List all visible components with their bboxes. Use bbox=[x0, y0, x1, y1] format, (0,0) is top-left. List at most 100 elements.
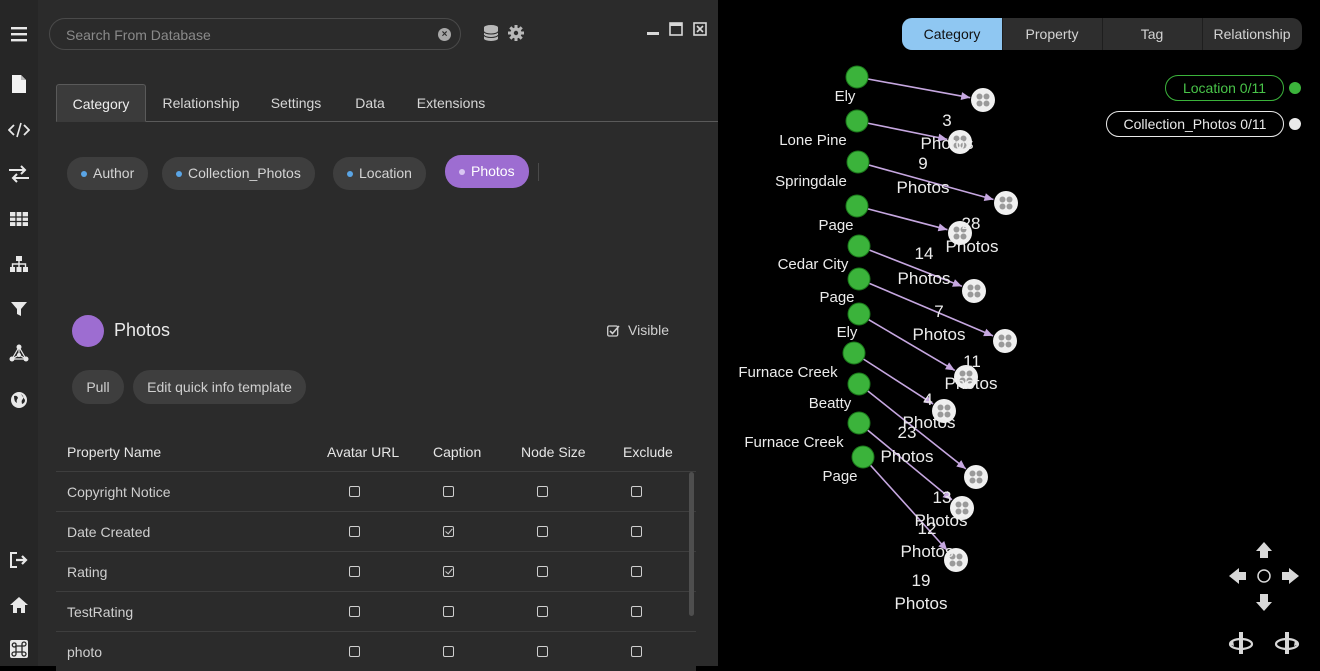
location-node[interactable] bbox=[846, 150, 870, 174]
avatar-url-checkbox[interactable] bbox=[349, 486, 360, 497]
filter-icon[interactable] bbox=[7, 297, 31, 321]
tab-settings[interactable]: Settings bbox=[256, 84, 336, 122]
exclude-checkbox[interactable] bbox=[631, 566, 642, 577]
collection-photos-node[interactable] bbox=[993, 329, 1017, 353]
mode-property-button[interactable]: Property bbox=[1002, 18, 1102, 50]
avatar-url-checkbox[interactable] bbox=[349, 606, 360, 617]
caption-checkbox[interactable] bbox=[443, 526, 454, 537]
swap-icon[interactable] bbox=[7, 162, 31, 186]
database-icon[interactable] bbox=[482, 24, 500, 42]
exclude-checkbox[interactable] bbox=[631, 526, 642, 537]
view-mode-switch: Category Property Tag Relationship bbox=[902, 18, 1302, 50]
location-node[interactable] bbox=[847, 267, 871, 291]
collection-photos-node[interactable] bbox=[971, 88, 995, 112]
photo-count-label: 11 bbox=[963, 352, 981, 371]
location-node[interactable] bbox=[845, 194, 869, 218]
pan-left-icon[interactable] bbox=[1229, 568, 1246, 584]
location-node-label: Springdale bbox=[775, 173, 847, 190]
location-node[interactable] bbox=[842, 341, 866, 365]
globe-icon[interactable] bbox=[7, 388, 31, 412]
collection-photos-node[interactable] bbox=[964, 465, 988, 489]
location-node-label: Page bbox=[822, 468, 857, 485]
tab-data[interactable]: Data bbox=[344, 84, 396, 122]
node-size-checkbox[interactable] bbox=[537, 526, 548, 537]
edit-quick-info-template-button[interactable]: Edit quick info template bbox=[133, 370, 306, 404]
table-scrollbar[interactable] bbox=[689, 472, 694, 616]
close-window-icon[interactable] bbox=[693, 22, 707, 36]
pan-center-icon[interactable] bbox=[1257, 569, 1271, 583]
mode-category-button[interactable]: Category bbox=[902, 18, 1002, 50]
location-node[interactable] bbox=[847, 372, 871, 396]
exclude-checkbox[interactable] bbox=[631, 646, 642, 657]
mode-tag-button[interactable]: Tag bbox=[1102, 18, 1202, 50]
tab-category[interactable]: Category bbox=[56, 84, 146, 122]
pan-down-icon[interactable] bbox=[1256, 594, 1272, 611]
node-size-checkbox[interactable] bbox=[537, 486, 548, 497]
home-icon[interactable] bbox=[7, 593, 31, 617]
menu-icon[interactable] bbox=[7, 22, 31, 46]
node-size-checkbox[interactable] bbox=[537, 606, 548, 617]
node-size-checkbox[interactable] bbox=[537, 566, 548, 577]
network-icon[interactable] bbox=[7, 341, 31, 365]
legend-location[interactable]: Location 0/11 bbox=[1165, 75, 1284, 101]
logout-icon[interactable] bbox=[7, 548, 31, 572]
category-color-swatch[interactable] bbox=[72, 315, 104, 347]
code-icon[interactable] bbox=[7, 118, 31, 142]
minimize-icon[interactable] bbox=[646, 22, 660, 36]
rotate-right-icon[interactable] bbox=[1273, 629, 1301, 657]
maximize-icon[interactable] bbox=[669, 22, 683, 36]
collection-photos-node[interactable] bbox=[962, 279, 986, 303]
caption-checkbox[interactable] bbox=[443, 606, 454, 617]
caption-checkbox[interactable] bbox=[443, 486, 454, 497]
photo-word-label: Photos bbox=[897, 178, 950, 197]
location-node[interactable] bbox=[847, 302, 871, 326]
location-node[interactable] bbox=[845, 65, 869, 89]
category-chip-collection-photos[interactable]: Collection_Photos bbox=[162, 157, 315, 190]
caption-checkbox[interactable] bbox=[443, 566, 454, 577]
graph-edge-arrow bbox=[960, 92, 971, 100]
hierarchy-icon[interactable] bbox=[7, 252, 31, 276]
collection-photos-node[interactable] bbox=[994, 191, 1018, 215]
exclude-checkbox[interactable] bbox=[631, 606, 642, 617]
search-box: × bbox=[49, 18, 461, 50]
avatar-url-checkbox[interactable] bbox=[349, 526, 360, 537]
visible-checkbox-icon[interactable] bbox=[607, 324, 620, 337]
visible-toggle[interactable]: Visible bbox=[607, 322, 669, 338]
search-input[interactable] bbox=[66, 25, 426, 45]
location-node[interactable] bbox=[851, 445, 875, 469]
category-chip-author[interactable]: Author bbox=[67, 157, 149, 190]
location-node[interactable] bbox=[847, 234, 871, 258]
rotate-left-icon[interactable] bbox=[1227, 629, 1255, 657]
category-chip-location[interactable]: Location bbox=[333, 157, 426, 190]
clear-search-icon[interactable]: × bbox=[438, 28, 451, 41]
pan-up-icon[interactable] bbox=[1256, 542, 1272, 558]
tab-relationship[interactable]: Relationship bbox=[156, 84, 246, 122]
node-size-checkbox[interactable] bbox=[537, 646, 548, 657]
tab-extensions[interactable]: Extensions bbox=[406, 84, 496, 122]
pan-right-icon[interactable] bbox=[1282, 568, 1299, 584]
document-icon[interactable] bbox=[7, 72, 31, 96]
exclude-checkbox[interactable] bbox=[631, 486, 642, 497]
table-row: Rating bbox=[56, 551, 696, 591]
chip-label: Photos bbox=[471, 163, 515, 179]
avatar-url-checkbox[interactable] bbox=[349, 566, 360, 577]
avatar-url-checkbox[interactable] bbox=[349, 646, 360, 657]
property-name: Copyright Notice bbox=[67, 484, 171, 500]
location-node[interactable] bbox=[847, 411, 871, 435]
pull-button[interactable]: Pull bbox=[72, 370, 124, 404]
mode-relationship-button[interactable]: Relationship bbox=[1202, 18, 1302, 50]
node-glyph-dot bbox=[976, 100, 983, 107]
table-icon[interactable] bbox=[7, 207, 31, 231]
node-glyph-dot bbox=[998, 334, 1005, 341]
settings-gear-icon[interactable] bbox=[507, 24, 525, 42]
node-glyph-dot bbox=[937, 404, 944, 411]
caption-checkbox[interactable] bbox=[443, 646, 454, 657]
category-chip-photos[interactable]: Photos bbox=[445, 155, 529, 188]
node-glyph-dot bbox=[999, 196, 1006, 203]
photo-word-label: Photos bbox=[895, 594, 948, 613]
legend-collection-photos[interactable]: Collection_Photos 0/11 bbox=[1106, 111, 1284, 137]
visible-label: Visible bbox=[628, 322, 669, 338]
photo-count-label: 9 bbox=[918, 154, 927, 173]
location-node[interactable] bbox=[845, 109, 869, 133]
command-icon[interactable] bbox=[7, 637, 31, 661]
